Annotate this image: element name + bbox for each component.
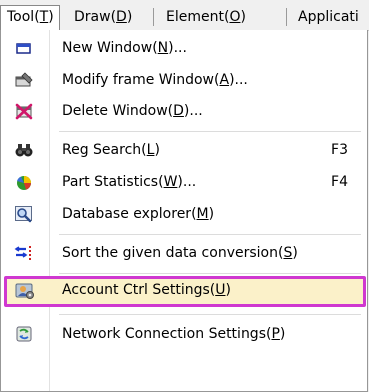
menu-tool-label: Tool: [7, 9, 35, 25]
menu-item-label: Part Statistics(W)...: [62, 174, 197, 190]
account-settings-icon: [14, 281, 34, 299]
menu-item-database-explorer[interactable]: Database explorer(M): [4, 200, 366, 228]
network-settings-icon: [14, 325, 34, 343]
binoculars-icon: [14, 141, 34, 159]
shortcut-label: F4: [331, 174, 348, 190]
modify-window-icon: [14, 71, 34, 89]
new-window-icon: [14, 39, 34, 57]
menubar-separator: [153, 8, 154, 26]
delete-window-icon: [14, 102, 34, 120]
menu-draw-mnemonic: D: [116, 9, 127, 25]
menu-item-label: Database explorer(M): [62, 206, 215, 222]
database-explorer-icon: [14, 205, 34, 223]
menu-tool[interactable]: Tool(T): [0, 5, 60, 31]
menu-application-label: Applicati: [298, 9, 359, 25]
menu-bar: Tool(T) Draw(D) Element(O) Applicati: [0, 0, 369, 31]
menu-item-part-statistics[interactable]: Part Statistics(W)... F4: [4, 168, 366, 196]
menu-item-label: Account Ctrl Settings(U): [62, 282, 231, 298]
menu-item-modify-frame-window[interactable]: Modify frame Window(A)...: [4, 66, 366, 94]
menu-application[interactable]: Applicati: [292, 6, 365, 30]
shortcut-label: F3: [331, 142, 348, 158]
menu-item-new-window[interactable]: New Window(N)...: [4, 34, 366, 62]
menu-tool-mnemonic: T: [39, 9, 49, 25]
menu-item-label: New Window(N)...: [62, 40, 187, 56]
menu-item-account-ctrl-settings[interactable]: Account Ctrl Settings(U): [4, 276, 366, 307]
menu-item-delete-window[interactable]: Delete Window(D)...: [4, 97, 366, 125]
menu-separator: [59, 314, 361, 315]
menu-item-label: Delete Window(D)...: [62, 103, 203, 119]
menu-draw-label: Draw: [74, 9, 111, 25]
menu-item-label: Modify frame Window(A)...: [62, 72, 248, 88]
menu-item-label: Network Connection Settings(P): [62, 326, 286, 342]
menu-draw[interactable]: Draw(D): [68, 6, 138, 30]
menu-separator: [59, 131, 361, 132]
menu-separator: [59, 273, 361, 274]
menu-element[interactable]: Element(O): [160, 6, 252, 30]
tool-dropdown-menu: New Window(N)... Modify frame Window(A).…: [0, 30, 368, 392]
menu-item-sort-data-conversion[interactable]: Sort the given data conversion(S): [4, 239, 366, 267]
menu-item-label: Reg Search(L): [62, 142, 160, 158]
menu-item-network-connection-settings[interactable]: Network Connection Settings(P): [4, 320, 366, 348]
menu-element-label: Element: [166, 9, 224, 25]
menu-separator: [59, 234, 361, 235]
menu-element-mnemonic: O: [229, 9, 241, 25]
statistics-icon: [14, 173, 34, 191]
menu-item-reg-search[interactable]: Reg Search(L) F3: [4, 136, 366, 164]
menubar-separator: [286, 8, 287, 26]
sort-icon: [14, 244, 34, 262]
menu-item-label: Sort the given data conversion(S): [62, 245, 298, 261]
